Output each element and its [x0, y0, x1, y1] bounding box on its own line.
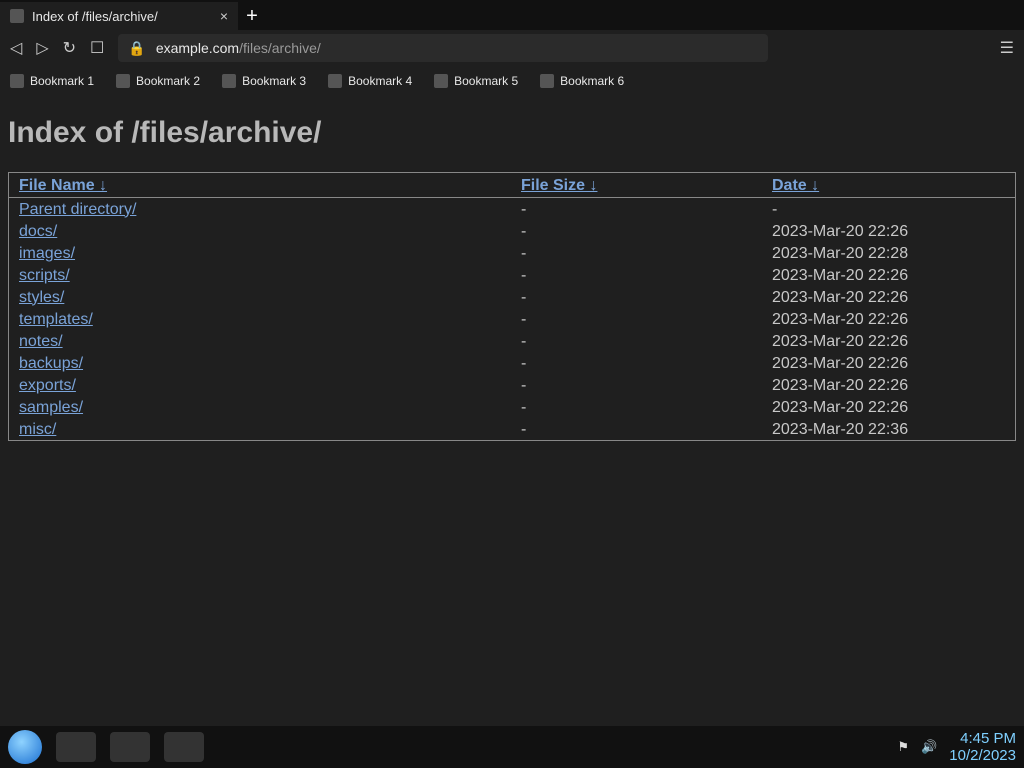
- url-host: example.com: [155, 40, 240, 56]
- bookmark-item[interactable]: Bookmark 4: [328, 74, 412, 88]
- file-link[interactable]: misc/: [19, 421, 56, 438]
- page-content: Index of /files/archive/ File Name ↓ Fil…: [0, 96, 1024, 461]
- lock-icon: 🔒: [128, 39, 146, 56]
- table-row: notes/ - 2023-Mar-20 22:26: [9, 330, 1015, 352]
- tab-title: Index of /files/archive/: [32, 8, 158, 24]
- menu-icon[interactable]: ☰: [1000, 38, 1014, 58]
- sort-name-link[interactable]: File Name ↓: [19, 177, 107, 194]
- table-row: docs/ - 2023-Mar-20 22:26: [9, 220, 1015, 242]
- table-row: templates/ - 2023-Mar-20 22:26: [9, 308, 1015, 330]
- new-tab-button[interactable]: +: [238, 2, 266, 30]
- file-size: -: [521, 398, 527, 416]
- bookmarks-bar: Bookmark 1 Bookmark 2 Bookmark 3 Bookmar…: [0, 66, 1024, 96]
- start-button[interactable]: [8, 730, 42, 764]
- file-date: 2023-Mar-20 22:26: [772, 398, 909, 416]
- file-size: -: [521, 332, 527, 350]
- bookmark-icon: [540, 74, 555, 88]
- file-size: -: [521, 244, 527, 262]
- bookmark-icon: [116, 74, 131, 88]
- table-row: samples/ - 2023-Mar-20 22:26: [9, 396, 1015, 418]
- file-link[interactable]: backups/: [19, 355, 83, 372]
- bookmark-icon: [222, 74, 237, 88]
- file-size: -: [521, 420, 527, 438]
- table-row: misc/ - 2023-Mar-20 22:36: [9, 418, 1015, 440]
- file-date: 2023-Mar-20 22:26: [772, 354, 909, 372]
- file-date: 2023-Mar-20 22:28: [772, 244, 909, 262]
- close-tab-icon[interactable]: ×: [220, 8, 228, 24]
- table-row: images/ - 2023-Mar-20 22:28: [9, 242, 1015, 264]
- bookmark-icon: [10, 74, 24, 88]
- file-date: 2023-Mar-20 22:36: [772, 420, 909, 438]
- table-row: Parent directory/ - -: [9, 198, 1015, 220]
- page-title: Index of /files/archive/: [8, 116, 322, 149]
- file-size: -: [521, 376, 527, 394]
- file-size: -: [521, 200, 527, 218]
- bookmark-icon: [434, 74, 449, 88]
- clock-date: 10/2/2023: [949, 747, 1016, 764]
- file-link[interactable]: templates/: [19, 311, 93, 328]
- tab-strip: Index of /files/archive/ × +: [0, 0, 1024, 30]
- bookmark-star-icon[interactable]: ☐: [90, 38, 104, 58]
- file-link[interactable]: Parent directory/: [19, 201, 136, 218]
- sort-size-link[interactable]: File Size ↓: [521, 177, 597, 194]
- system-tray: ⚑ 🔊 4:45 PM 10/2/2023: [897, 730, 1016, 764]
- file-size: -: [521, 266, 527, 284]
- bookmark-item[interactable]: Bookmark 3: [222, 74, 306, 88]
- page-favicon-icon: [10, 9, 24, 23]
- sort-date-link[interactable]: Date ↓: [772, 177, 819, 194]
- table-row: scripts/ - 2023-Mar-20 22:26: [9, 264, 1015, 286]
- file-size: -: [521, 222, 527, 240]
- reload-icon[interactable]: ↻: [63, 38, 76, 58]
- file-size: -: [521, 310, 527, 328]
- taskbar-app-icon[interactable]: [110, 732, 150, 762]
- volume-icon[interactable]: 🔊: [921, 739, 937, 755]
- file-link[interactable]: notes/: [19, 333, 63, 350]
- file-link[interactable]: scripts/: [19, 267, 70, 284]
- clock[interactable]: 4:45 PM 10/2/2023: [949, 730, 1016, 764]
- clock-time: 4:45 PM: [960, 730, 1016, 747]
- flag-icon[interactable]: ⚑: [897, 739, 909, 755]
- file-date: 2023-Mar-20 22:26: [772, 288, 909, 306]
- url-path: /files/archive/: [239, 40, 321, 56]
- file-link[interactable]: exports/: [19, 377, 76, 394]
- file-date: 2023-Mar-20 22:26: [772, 376, 909, 394]
- taskbar: ⚑ 🔊 4:45 PM 10/2/2023: [0, 726, 1024, 768]
- taskbar-app-icon[interactable]: [56, 732, 96, 762]
- address-bar[interactable]: 🔒 example.com/files/archive/: [118, 34, 769, 62]
- bookmark-item[interactable]: Bookmark 1: [10, 74, 94, 88]
- file-link[interactable]: styles/: [19, 289, 64, 306]
- table-row: backups/ - 2023-Mar-20 22:26: [9, 352, 1015, 374]
- file-size: -: [521, 288, 527, 306]
- back-icon[interactable]: ◁: [10, 38, 22, 58]
- bookmark-item[interactable]: Bookmark 6: [540, 74, 624, 88]
- bookmark-item[interactable]: Bookmark 5: [434, 74, 518, 88]
- table-row: exports/ - 2023-Mar-20 22:26: [9, 374, 1015, 396]
- file-date: 2023-Mar-20 22:26: [772, 222, 909, 240]
- bookmark-icon: [328, 74, 343, 88]
- bookmark-item[interactable]: Bookmark 2: [116, 74, 200, 88]
- file-date: -: [772, 200, 778, 218]
- file-link[interactable]: images/: [19, 245, 75, 262]
- forward-icon[interactable]: ▷: [36, 38, 48, 58]
- file-date: 2023-Mar-20 22:26: [772, 332, 909, 350]
- browser-toolbar: ◁ ▷ ↻ ☐ 🔒 example.com/files/archive/ ☰: [0, 30, 1024, 66]
- directory-table: File Name ↓ File Size ↓ Date ↓ Parent di…: [8, 172, 1016, 441]
- taskbar-app-icon[interactable]: [164, 732, 204, 762]
- file-date: 2023-Mar-20 22:26: [772, 310, 909, 328]
- file-link[interactable]: samples/: [19, 399, 83, 416]
- table-row: styles/ - 2023-Mar-20 22:26: [9, 286, 1015, 308]
- file-size: -: [521, 354, 527, 372]
- file-link[interactable]: docs/: [19, 223, 57, 240]
- browser-tab[interactable]: Index of /files/archive/ ×: [0, 2, 238, 30]
- file-date: 2023-Mar-20 22:26: [772, 266, 909, 284]
